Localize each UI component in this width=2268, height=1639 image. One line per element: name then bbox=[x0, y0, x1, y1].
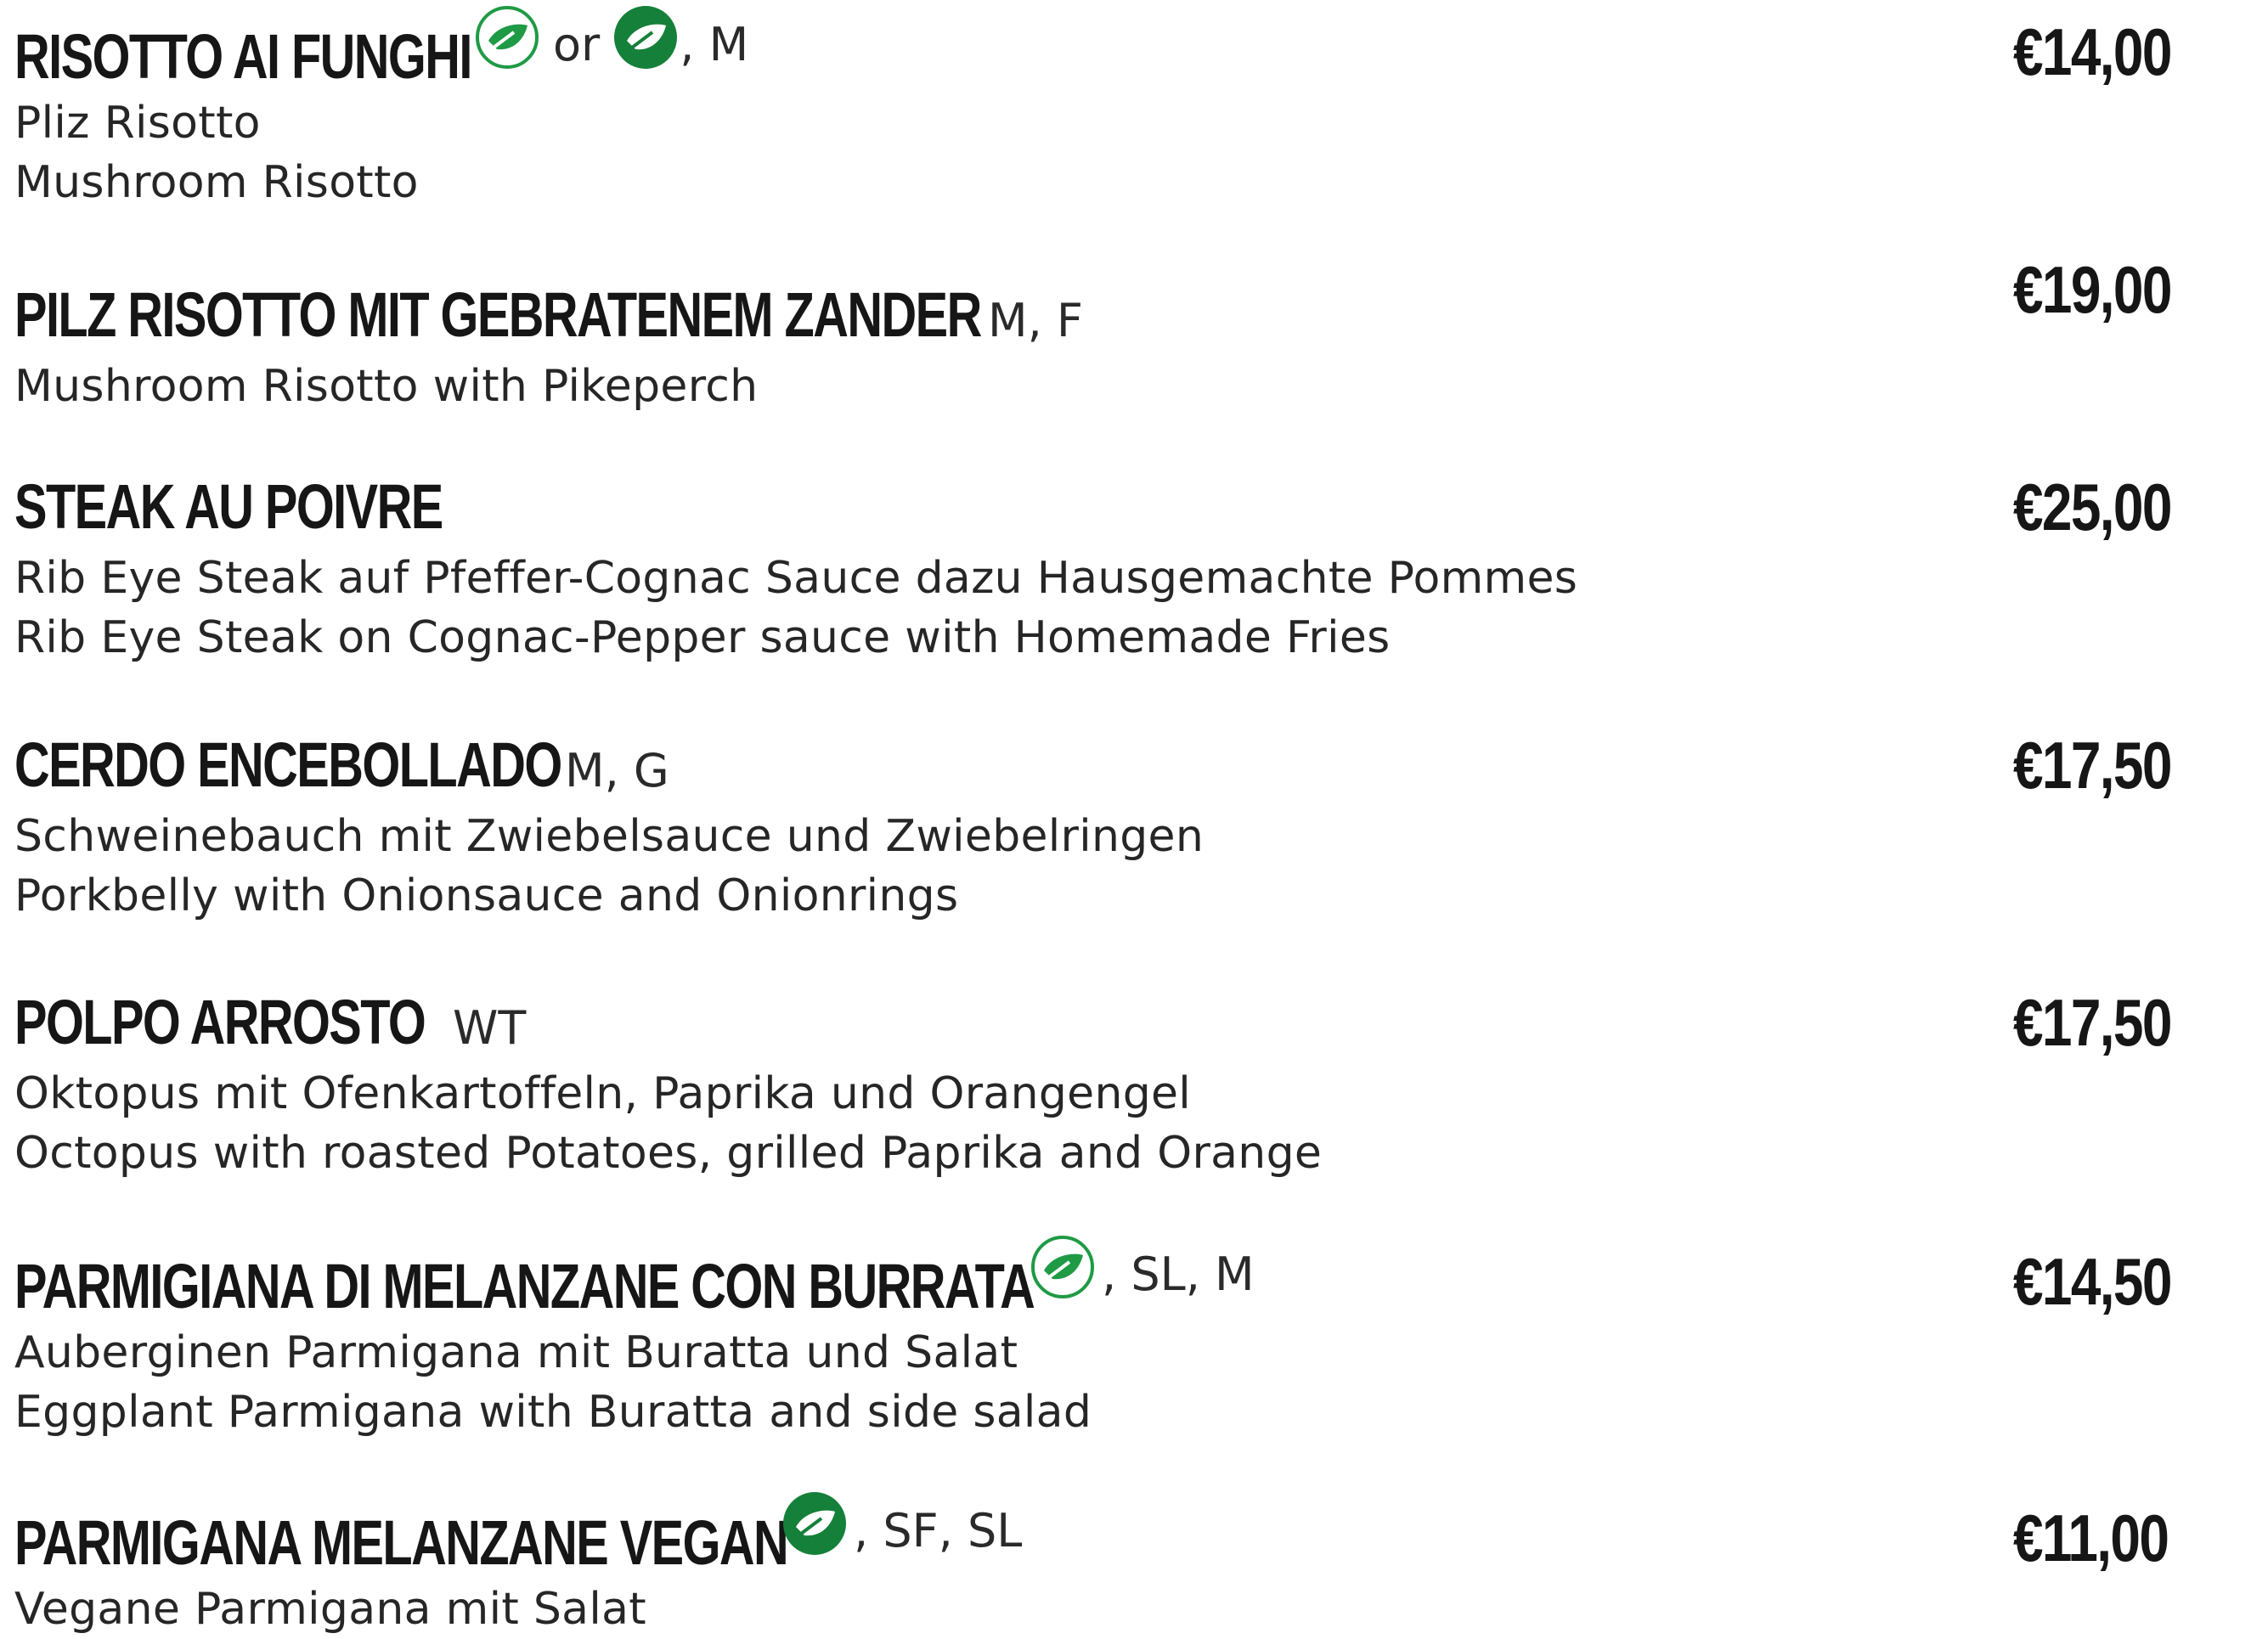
dish-tags: or , M bbox=[473, 6, 749, 78]
dish-name: PARMIGIANA DI MELANZANE CON BURRATA bbox=[14, 1251, 1035, 1321]
vegan-leaf-solid-icon bbox=[781, 1490, 849, 1557]
menu-item-parmigana-vegan: PARMIGANA MELANZANE VEGAN , SF, SL Vegan… bbox=[14, 1492, 2223, 1639]
vegetarian-leaf-outline-icon bbox=[473, 3, 541, 71]
dish-tags: M, G bbox=[565, 744, 669, 797]
tag-text-allergens: , SF, SL bbox=[854, 1503, 1023, 1557]
dish-description-line: Octopus with roasted Potatoes, grilled P… bbox=[14, 1128, 1323, 1179]
item-title-row: CERDO ENCEBOLLADO M, G bbox=[14, 724, 2223, 807]
menu-page: RISOTTO AI FUNGHI or , M Pliz Risotto Mu… bbox=[0, 0, 2268, 1635]
item-title-row: POLPO ARROSTO WT bbox=[14, 981, 2223, 1064]
item-title-row: STEAK AU POIVRE bbox=[14, 465, 2223, 549]
dish-name: RISOTTO AI FUNGHI bbox=[14, 21, 472, 92]
vegan-leaf-solid-icon bbox=[612, 3, 680, 71]
dish-price: €14,00 bbox=[2013, 14, 2172, 89]
menu-item-parmigiana-burrata: PARMIGIANA DI MELANZANE CON BURRATA , SL… bbox=[14, 1236, 2223, 1442]
dish-tags: M, F bbox=[988, 294, 1083, 347]
dish-price: €25,00 bbox=[2013, 470, 2172, 544]
dish-description-line: Mushroom Risotto with Pikeperch bbox=[14, 361, 759, 412]
dish-description-line: Vegane Parmigana mit Salat bbox=[14, 1584, 646, 1635]
dish-name: PILZ RISOTTO MIT GEBRATENEM ZANDER bbox=[14, 279, 982, 350]
dish-name: POLPO ARROSTO bbox=[14, 987, 426, 1057]
dish-description-line: Porkbelly with Onionsauce and Onionrings bbox=[14, 870, 959, 921]
dish-description-line: Auberginen Parmigana mit Buratta und Sal… bbox=[14, 1327, 1018, 1378]
tag-text-allergens: M, G bbox=[565, 744, 669, 797]
item-title-row: PILZ RISOTTO MIT GEBRATENEM ZANDER M, F bbox=[14, 273, 2223, 357]
dish-description-line: Mushroom Risotto bbox=[14, 157, 419, 208]
item-title-row: PARMIGIANA DI MELANZANE CON BURRATA , SL… bbox=[14, 1236, 2223, 1323]
menu-item-polpo-arrosto: POLPO ARROSTO WT Oktopus mit Ofenkartoff… bbox=[14, 981, 2223, 1183]
dish-tags: WT bbox=[453, 1001, 526, 1055]
vegetarian-leaf-outline-icon bbox=[1029, 1233, 1097, 1301]
menu-item-risotto-ai-funghi: RISOTTO AI FUNGHI or , M Pliz Risotto Mu… bbox=[14, 6, 2223, 212]
dish-name: CERDO ENCEBOLLADO bbox=[14, 729, 562, 800]
menu-item-cerdo-encebollado: CERDO ENCEBOLLADO M, G Schweinebauch mit… bbox=[14, 724, 2223, 926]
dish-name: PARMIGANA MELANZANE VEGAN bbox=[14, 1507, 789, 1578]
item-title-row: PARMIGANA MELANZANE VEGAN , SF, SL bbox=[14, 1492, 2223, 1580]
dish-description-line: Pliz Risotto bbox=[14, 98, 261, 149]
tag-text-allergens: , SL, M bbox=[1102, 1247, 1255, 1301]
dish-description-line: Eggplant Parmigana with Buratta and side… bbox=[14, 1387, 1092, 1438]
tag-text-allergens: WT bbox=[453, 1001, 527, 1055]
tag-text-allergens: M, F bbox=[988, 294, 1083, 347]
tag-text-allergens: , M bbox=[680, 17, 749, 71]
tag-text-or: or bbox=[553, 17, 601, 71]
menu-item-pilz-risotto: PILZ RISOTTO MIT GEBRATENEM ZANDER M, F … bbox=[14, 273, 2223, 416]
dish-price: €17,50 bbox=[2013, 985, 2172, 1060]
dish-description-line: Oktopus mit Ofenkartoffeln, Paprika und … bbox=[14, 1068, 1192, 1119]
dish-price: €11,00 bbox=[2013, 1501, 2169, 1575]
dish-name: STEAK AU POIVRE bbox=[14, 471, 443, 542]
dish-tags: , SF, SL bbox=[781, 1492, 1023, 1564]
dish-tags: , SL, M bbox=[1029, 1236, 1255, 1308]
dish-price: €19,00 bbox=[2013, 252, 2172, 327]
menu-item-steak-au-poivre: STEAK AU POIVRE Rib Eye Steak auf Pfeffe… bbox=[14, 465, 2223, 667]
dish-description-line: Schweinebauch mit Zwiebelsauce und Zwieb… bbox=[14, 811, 1205, 862]
dish-description-line: Rib Eye Steak on Cognac-Pepper sauce wit… bbox=[14, 612, 1391, 663]
dish-price: €17,50 bbox=[2013, 728, 2172, 803]
dish-price: €14,50 bbox=[2013, 1244, 2172, 1319]
item-title-row: RISOTTO AI FUNGHI or , M bbox=[14, 6, 2223, 93]
dish-description-line: Rib Eye Steak auf Pfeffer-Cognac Sauce d… bbox=[14, 553, 1578, 604]
